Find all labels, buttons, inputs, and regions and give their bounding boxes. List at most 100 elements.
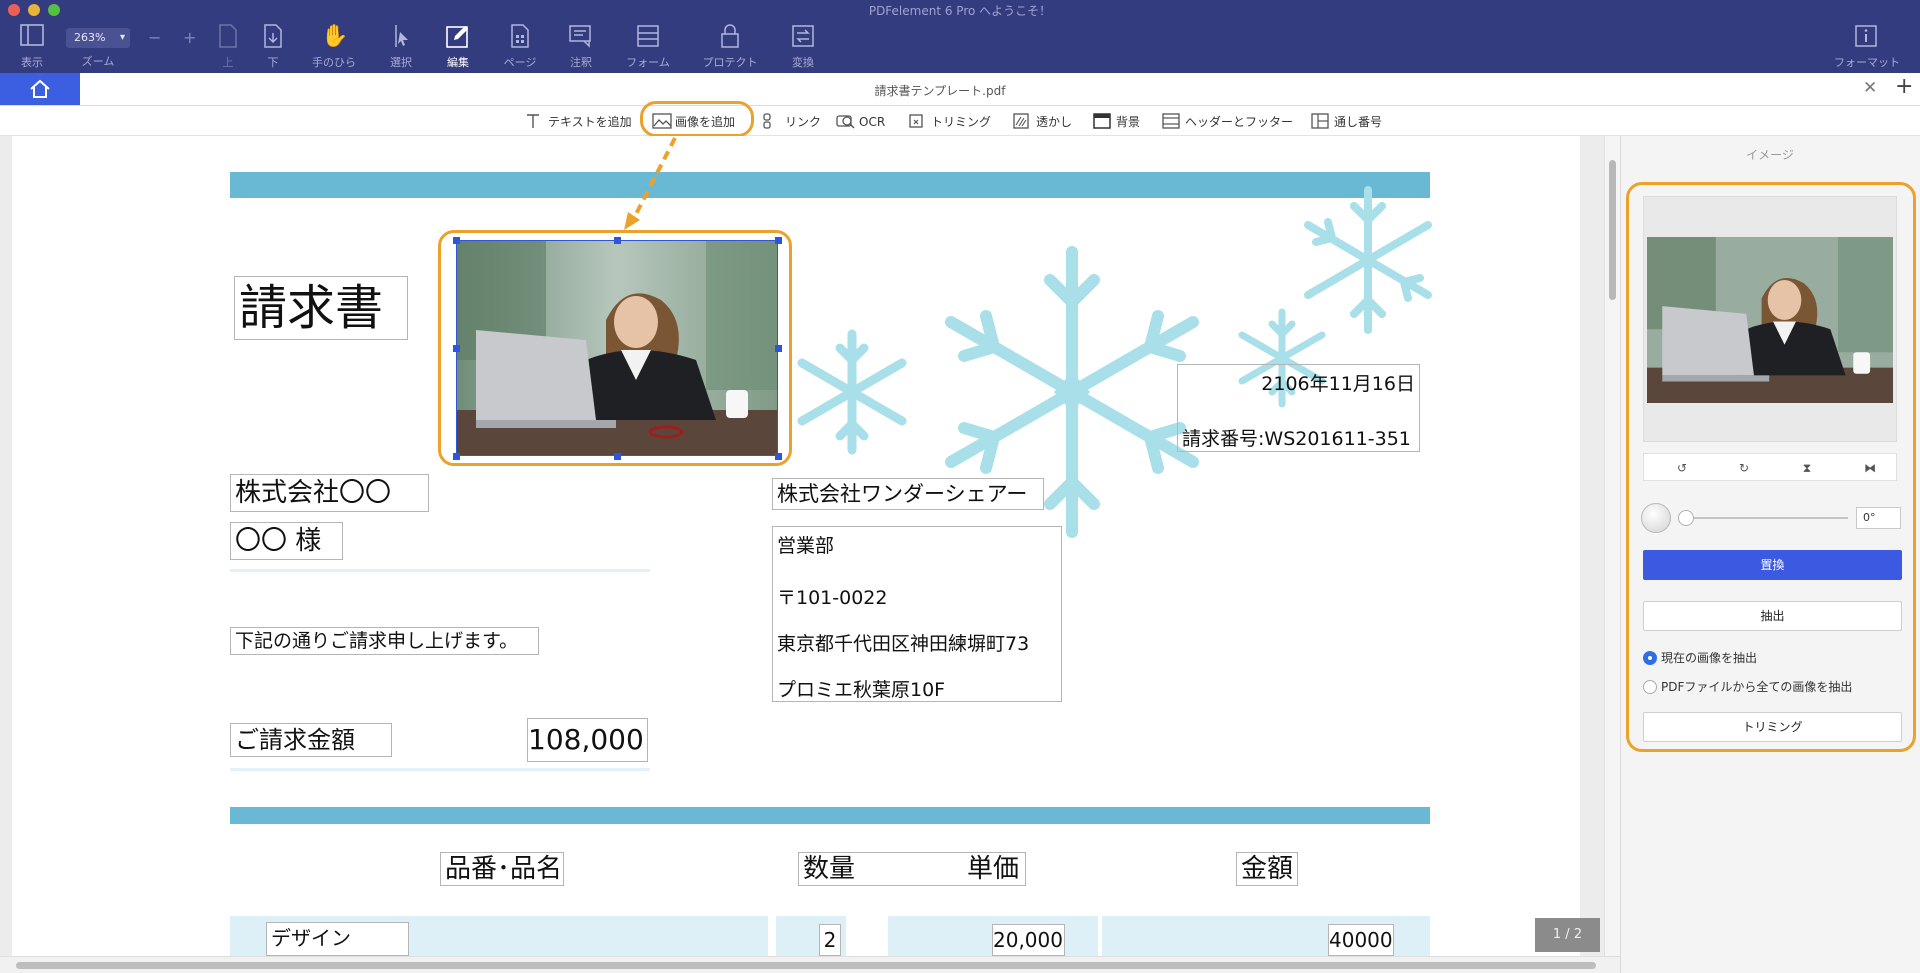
horizontal-scroll-thumb[interactable] <box>16 962 1596 969</box>
bates-label: 通し番号 <box>1334 115 1383 129</box>
view-button[interactable]: 表示 <box>2 24 62 70</box>
crop-icon <box>908 113 926 129</box>
page-mode-button[interactable]: ページ <box>490 24 550 70</box>
watermark-icon <box>1013 113 1031 129</box>
panel-highlight <box>1626 182 1916 752</box>
sender-dept: 営業部 <box>777 535 835 557</box>
column-header-total[interactable]: 金額 <box>1236 852 1298 886</box>
form-label: フォーム <box>626 56 670 69</box>
select-tool-button[interactable]: 選択 <box>371 24 431 70</box>
comment-label: 注釈 <box>570 56 592 69</box>
ocr-button[interactable]: OCR <box>836 113 885 131</box>
lock-icon <box>717 24 743 50</box>
background-button[interactable]: 背景 <box>1093 113 1140 131</box>
convert-icon <box>790 24 816 50</box>
background-icon <box>1093 113 1111 129</box>
vertical-scrollbar[interactable] <box>1604 136 1620 956</box>
column-header-item[interactable]: 品番･品名 <box>440 852 564 886</box>
table-row-total[interactable]: 40000 <box>1328 924 1394 956</box>
column-header-price: 単価 <box>967 854 1020 884</box>
ocr-icon <box>836 113 855 129</box>
sender-address-box[interactable]: 営業部 〒101-0022 東京都千代田区神田練塀町73 プロミエ秋葉原10F <box>772 526 1062 702</box>
comment-mode-button[interactable]: 注釈 <box>551 24 611 70</box>
sender-company[interactable]: 株式会社ワンダーシェアー <box>772 478 1044 510</box>
header-footer-button[interactable]: ヘッダーとフッター <box>1162 113 1293 131</box>
panel-title: イメージ <box>1746 148 1794 162</box>
column-header-qty: 数量 <box>803 854 856 884</box>
close-tab-icon[interactable]: ✕ <box>1863 78 1877 98</box>
add-image-highlight <box>640 101 754 137</box>
page-up-icon <box>215 24 241 50</box>
info-panel-icon <box>1853 24 1879 50</box>
table-row-item[interactable]: デザイン <box>266 922 409 956</box>
select-label: 選択 <box>390 56 412 69</box>
text-icon <box>525 113 543 129</box>
page-icon <box>507 24 533 50</box>
edit-mode-button[interactable]: 編集 <box>428 24 488 70</box>
table-band <box>230 807 1430 824</box>
zoom-select[interactable]: 263% ▾ <box>66 28 130 48</box>
chevron-down-icon: ▾ <box>119 32 125 43</box>
client-underline <box>230 569 650 572</box>
client-company[interactable]: 株式会社〇〇 <box>230 474 429 512</box>
sender-address2: プロミエ秋葉原10F <box>777 679 946 701</box>
edit-pencil-icon <box>445 24 471 50</box>
watermark-button[interactable]: 透かし <box>1013 113 1072 131</box>
page-mode-label: ページ <box>503 56 537 69</box>
link-icon <box>762 113 780 129</box>
document-tab-title[interactable]: 請求書テンプレート.pdf <box>80 82 1800 99</box>
client-person[interactable]: 〇〇 様 <box>230 522 343 560</box>
invoice-number: 請求番号:WS201611-351 <box>1182 428 1411 450</box>
invoice-date: 2106年11月16日 <box>1261 373 1415 395</box>
bates-icon <box>1311 113 1329 129</box>
bates-number-button[interactable]: 通し番号 <box>1311 113 1382 131</box>
amount-value[interactable]: 108,000 <box>527 718 648 762</box>
window-title: PDFelement 6 Pro へようこそ！ <box>868 4 1052 18</box>
home-tab[interactable] <box>0 73 80 105</box>
zoom-value: 263% <box>74 31 106 44</box>
zoom-label: ズーム <box>81 55 115 68</box>
column-header-qty-price[interactable]: 数量 単価 <box>798 852 1026 886</box>
background-label: 背景 <box>1116 115 1141 129</box>
hand-icon: ✋ <box>321 24 349 49</box>
page-down-icon <box>260 24 286 50</box>
invoice-title[interactable]: 請求書 <box>234 276 408 340</box>
image-highlight <box>438 230 792 466</box>
vertical-scroll-thumb[interactable] <box>1609 160 1616 300</box>
amount-underline <box>230 768 650 771</box>
protect-label: プロテクト <box>702 56 758 69</box>
add-text-button[interactable]: テキストを追加 <box>525 113 632 131</box>
form-icon <box>635 24 661 50</box>
page-down-button[interactable]: 下 <box>243 24 303 70</box>
header-footer-label: ヘッダーとフッター <box>1185 115 1294 129</box>
hand-label: 手のひら <box>312 56 356 69</box>
page-indicator: 1 / 2 <box>1535 918 1600 952</box>
format-label: フォーマット <box>1834 56 1900 69</box>
page-down-label: 下 <box>267 56 279 69</box>
add-tab-icon[interactable]: + <box>1895 74 1913 99</box>
home-icon <box>30 79 50 98</box>
hand-tool-button[interactable]: ✋ 手のひら <box>304 24 364 70</box>
add-text-label: テキストを追加 <box>548 115 632 129</box>
invoice-message[interactable]: 下記の通りご請求申し上げます。 <box>230 627 539 655</box>
link-button[interactable]: リンク <box>762 113 821 131</box>
protect-mode-button[interactable]: プロテクト <box>700 24 760 70</box>
crop-label: トリミング <box>931 115 992 129</box>
amount-label[interactable]: ご請求金額 <box>230 723 392 757</box>
tab-bar: 請求書テンプレート.pdf ✕ + <box>0 73 1920 106</box>
zoom-out-button[interactable]: − <box>148 28 161 47</box>
table-row-qty[interactable]: 2 <box>819 924 841 956</box>
zoom-in-button[interactable]: + <box>183 28 196 47</box>
edit-label: 編集 <box>447 56 469 69</box>
table-row-price[interactable]: 20,000 <box>992 924 1065 956</box>
main-toolbar: PDFelement 6 Pro へようこそ！ 表示 263% ▾ ズーム − … <box>0 0 1920 73</box>
invoice-info-box[interactable]: 2106年11月16日 請求番号:WS201611-351 <box>1177 364 1420 452</box>
panel-toggle-icon <box>19 24 45 50</box>
convert-label: 変換 <box>792 56 814 69</box>
format-panel-button[interactable]: フォーマット <box>1834 24 1900 70</box>
link-label: リンク <box>785 115 822 129</box>
horizontal-scrollbar[interactable] <box>0 956 1620 973</box>
crop-button[interactable]: トリミング <box>908 113 991 131</box>
form-mode-button[interactable]: フォーム <box>618 24 678 70</box>
convert-mode-button[interactable]: 変換 <box>773 24 833 70</box>
